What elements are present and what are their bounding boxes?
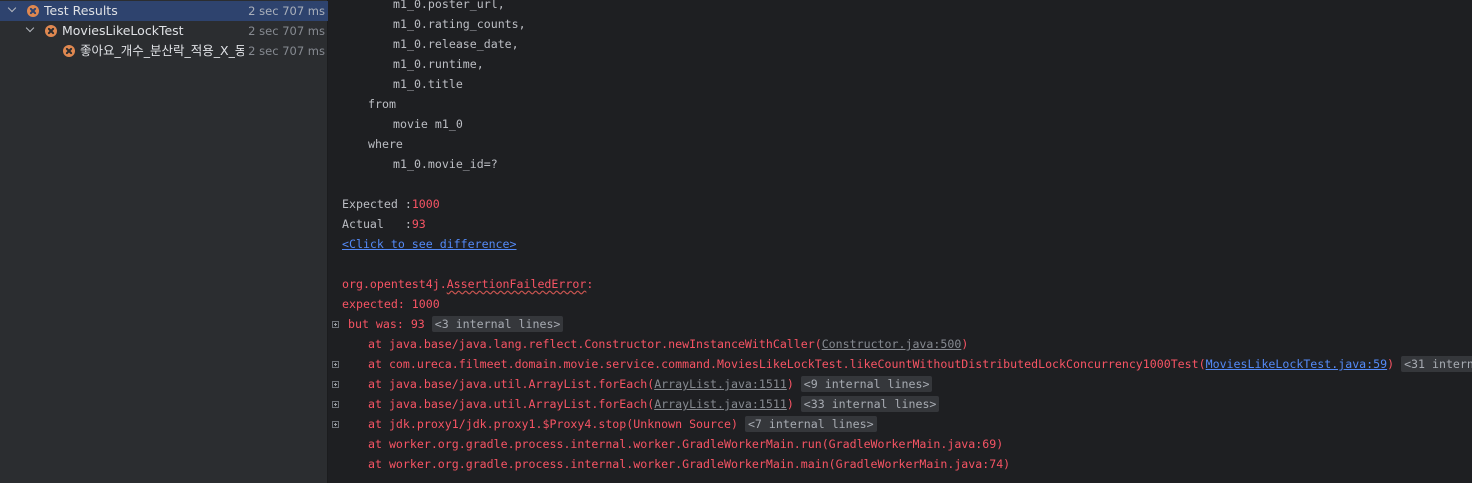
- tree-node-label: Test Results: [44, 3, 118, 18]
- internal-lines-fold[interactable]: <3 internal lines>: [431, 316, 564, 332]
- stack-frame-text: ): [1387, 357, 1395, 371]
- sql-line: m1_0.runtime,: [393, 57, 484, 71]
- sql-line: where: [368, 137, 403, 151]
- error-but-was-line: but was: 93 <3 internal lines>: [348, 314, 564, 334]
- tree-node-label: 좋아요_개수_분산락_적용_X_동: [80, 43, 247, 58]
- tree-node-movies-like-lock-test[interactable]: MoviesLikeLockTest 2 sec 707 ms: [0, 21, 328, 41]
- expected-label: Expected :: [342, 197, 412, 211]
- stack-frame-text: ): [786, 377, 794, 391]
- test-failed-icon: [45, 25, 57, 37]
- error-type-line: org.opentest4j.AssertionFailedError:: [342, 274, 593, 294]
- stack-frame: at java.base/java.lang.reflect.Construct…: [368, 334, 968, 354]
- see-difference-link[interactable]: <Click to see difference>: [342, 234, 517, 254]
- sql-line: m1_0.poster_url,: [393, 0, 505, 11]
- error-package: org.opentest4j.: [342, 277, 447, 291]
- sql-line: m1_0.rating_counts,: [393, 17, 526, 31]
- stack-frame: at worker.org.gradle.process.internal.wo…: [368, 434, 1003, 454]
- expand-fold-icon[interactable]: [332, 321, 339, 328]
- expected-line: Expected :1000: [342, 194, 440, 214]
- stack-frame: at java.base/java.util.ArrayList.forEach…: [368, 374, 933, 394]
- tree-node-label: MoviesLikeLockTest: [62, 23, 184, 38]
- chevron-down-icon[interactable]: [26, 25, 34, 33]
- expand-fold-icon[interactable]: [332, 401, 339, 408]
- console-output[interactable]: m1_0.poster_url, m1_0.rating_counts, m1_…: [329, 0, 1472, 483]
- stack-frame: at com.ureca.filmeet.domain.movie.servic…: [368, 354, 1472, 374]
- stack-frame-text: at com.ureca.filmeet.domain.movie.servic…: [368, 357, 1206, 371]
- actual-line: Actual :93: [342, 214, 426, 234]
- internal-lines-fold[interactable]: <31 internal lines>: [1401, 356, 1472, 372]
- stack-frame-text: at worker.org.gradle.process.internal.wo…: [368, 437, 1004, 451]
- error-colon: :: [586, 277, 594, 291]
- internal-lines-fold[interactable]: <9 internal lines>: [800, 376, 933, 392]
- stack-frame: at worker.org.gradle.process.internal.wo…: [368, 454, 1010, 474]
- stack-frame-text: at worker.org.gradle.process.internal.wo…: [368, 457, 1011, 471]
- stack-frame-text: at java.base/java.lang.reflect.Construct…: [368, 337, 822, 351]
- stack-frame: at jdk.proxy1/jdk.proxy1.$Proxy4.stop(Un…: [368, 414, 877, 434]
- actual-label: Actual :: [342, 217, 412, 231]
- expected-value: 1000: [411, 197, 440, 211]
- test-failed-icon: [27, 5, 39, 17]
- internal-lines-fold[interactable]: <33 internal lines>: [800, 396, 940, 412]
- error-class[interactable]: AssertionFailedError: [447, 277, 587, 291]
- sql-line: m1_0.movie_id=?: [393, 157, 498, 171]
- stack-frame-text: at java.base/java.util.ArrayList.forEach…: [368, 397, 655, 411]
- tree-node-duration: 2 sec 707 ms: [244, 41, 325, 61]
- sql-line: from: [368, 97, 396, 111]
- stack-frame: at java.base/java.util.ArrayList.forEach…: [368, 394, 940, 414]
- error-expected-line: expected: 1000: [342, 297, 440, 311]
- source-link[interactable]: MoviesLikeLockTest.java:59: [1206, 357, 1387, 371]
- test-failed-icon: [63, 45, 75, 57]
- internal-lines-fold[interactable]: <7 internal lines>: [744, 416, 877, 432]
- sql-line: m1_0.release_date,: [393, 37, 519, 51]
- source-link[interactable]: ArrayList.java:1511: [654, 377, 787, 391]
- sql-line: movie m1_0: [393, 117, 463, 131]
- test-results-tree: Test Results 2 sec 707 ms MoviesLikeLock…: [0, 0, 328, 483]
- sql-line: m1_0.title: [393, 77, 463, 91]
- tree-node-duration: 2 sec 707 ms: [244, 21, 325, 41]
- actual-value: 93: [411, 217, 426, 231]
- tree-node-test-results[interactable]: Test Results 2 sec 707 ms: [0, 1, 328, 21]
- tree-node-duration: 2 sec 707 ms: [244, 1, 325, 21]
- but-was-text: but was: 93: [348, 317, 425, 331]
- expand-fold-icon[interactable]: [332, 421, 339, 428]
- chevron-down-icon[interactable]: [8, 5, 16, 13]
- source-link[interactable]: Constructor.java:500: [822, 337, 962, 351]
- stack-frame-text: at jdk.proxy1/jdk.proxy1.$Proxy4.stop(Un…: [368, 417, 738, 431]
- tree-node-test-method[interactable]: 좋아요_개수_분산락_적용_X_동 2 sec 707 ms: [0, 41, 328, 61]
- source-link[interactable]: ArrayList.java:1511: [654, 397, 787, 411]
- stack-frame-text: ): [786, 397, 794, 411]
- stack-frame-text: ): [961, 337, 969, 351]
- expand-fold-icon[interactable]: [332, 381, 339, 388]
- stack-frame-text: at java.base/java.util.ArrayList.forEach…: [368, 377, 655, 391]
- expand-fold-icon[interactable]: [332, 361, 339, 368]
